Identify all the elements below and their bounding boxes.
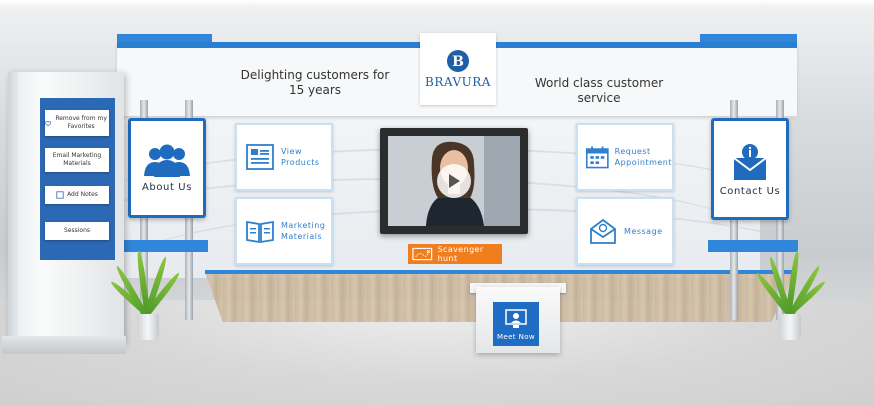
plant-left [109,240,182,340]
view-products-text: View Products [281,146,320,168]
view-products-line-2: Products [281,158,320,167]
request-appointment-line-2: Appointment [614,158,672,167]
request-appointment-text: Request Appointment [615,146,672,168]
remove-favorites-label: Remove from my Favorites [55,115,107,130]
about-us-label: About Us [141,181,193,193]
brand-logo: B BRAVURA [420,33,496,105]
kiosk-screen: Remove from my Favorites Email Marketing… [40,98,115,260]
open-book-icon [246,220,274,244]
team-icon [144,144,190,177]
add-notes-label: Add Notes [67,191,98,198]
heart-icon [45,120,52,126]
about-us-sign[interactable]: About Us [128,118,206,218]
message-panel[interactable]: Message [576,197,674,265]
marketing-materials-panel[interactable]: Marketing Materials [235,197,333,265]
remove-favorites-button[interactable]: Remove from my Favorites [45,110,109,136]
tagline-right: World class customer service [534,76,664,105]
marketing-materials-line-2: Materials [281,232,323,241]
video-monitor [380,128,528,234]
scavenger-hunt-button[interactable]: Scavenger hunt [408,244,502,264]
contact-us-label: Contact Us [719,185,781,197]
scavenger-hunt-label: Scavenger hunt [437,245,484,263]
note-icon [56,191,64,199]
view-products-panel[interactable]: View Products [235,123,333,191]
sessions-button[interactable]: Sessions [45,222,109,240]
plant-right [754,240,827,340]
booth-base-strip [205,270,795,274]
meet-now-button[interactable]: Meet Now [493,302,539,346]
brand-name: BRAVURA [425,75,491,89]
tagline-left: Delighting customers for 15 years [240,68,390,97]
virtual-booth-scene: Delighting customers for 15 years World … [0,0,874,406]
calendar-icon [585,146,609,169]
plant-pot [137,314,159,340]
video-screen[interactable] [388,136,520,226]
email-marketing-button[interactable]: Email Marketing Materials [45,148,109,172]
envelope-info-icon [733,143,767,180]
marketing-materials-line-1: Marketing [281,221,326,230]
bravura-logo-icon: B [447,50,469,72]
document-list-icon [246,144,274,170]
mail-icon [590,218,616,244]
marketing-materials-text: Marketing Materials [281,220,325,242]
svg-text:B: B [452,54,464,70]
contact-us-sign[interactable]: Contact Us [711,118,789,220]
message-text: Message [624,226,663,237]
message-label: Message [624,226,663,236]
play-icon [449,174,460,188]
video-meeting-icon [505,308,527,328]
request-appointment-panel[interactable]: Request Appointment [576,123,674,191]
meet-now-label: Meet Now [496,332,536,341]
treasure-map-icon [412,247,433,261]
view-products-line-1: View [281,147,302,156]
email-marketing-label: Email Marketing Materials [52,152,102,167]
kiosk-base [2,336,126,354]
request-appointment-line-1: Request [614,147,651,156]
kiosk-edge [8,72,18,344]
plant-pot [779,314,801,340]
sessions-label: Sessions [63,227,91,234]
add-notes-button[interactable]: Add Notes [45,186,109,204]
play-button[interactable] [437,164,471,198]
